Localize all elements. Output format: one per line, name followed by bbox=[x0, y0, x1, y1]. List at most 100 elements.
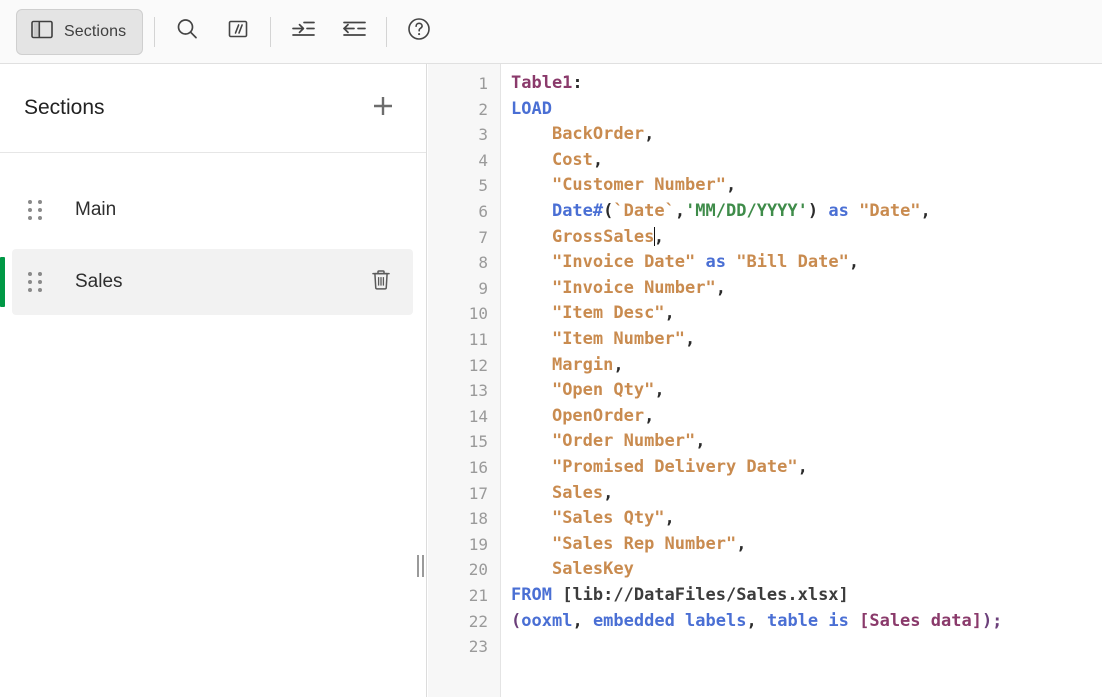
line-number: 13 bbox=[468, 381, 488, 401]
line-number: 20 bbox=[468, 560, 488, 580]
code-line[interactable]: BackOrder, bbox=[511, 122, 654, 148]
code-line[interactable]: "Open Qty", bbox=[511, 378, 665, 404]
code-line[interactable]: "Invoice Number", bbox=[511, 276, 726, 302]
code-token: "Customer Number" bbox=[551, 175, 726, 196]
line-number: 10 bbox=[468, 304, 488, 324]
code-line[interactable]: "Sales Qty", bbox=[511, 506, 675, 532]
code-token: , bbox=[797, 457, 808, 477]
script-editor[interactable]: 1 2 3 4 5 6 7 8 9 10 11 12 13 14 15 16 17 18 19 20 21 22 23 Ta… bbox=[428, 64, 1102, 697]
code-line[interactable]: "Order Number", bbox=[511, 429, 706, 455]
comment-button[interactable] bbox=[217, 11, 259, 53]
sections-header: Sections bbox=[0, 64, 426, 153]
code-token: "Item Number" bbox=[551, 329, 686, 349]
code-line[interactable]: "Item Desc", bbox=[511, 301, 675, 327]
code-token: , bbox=[654, 380, 665, 401]
sidebar-item-sales[interactable]: Sales bbox=[0, 249, 413, 315]
code-token: , bbox=[603, 482, 614, 503]
code-line[interactable]: Date#(`Date`,'MM/DD/YYYY') as "Date", bbox=[511, 199, 931, 225]
line-number: 5 bbox=[478, 176, 488, 196]
code-token: , bbox=[664, 508, 675, 529]
plus-icon bbox=[370, 93, 396, 124]
comment-icon bbox=[226, 17, 250, 46]
code-token: `Date` bbox=[613, 201, 675, 221]
code-token: "Open Qty" bbox=[551, 380, 655, 401]
sections-toggle-button[interactable]: Sections bbox=[16, 8, 144, 55]
toolbar-divider-2 bbox=[270, 16, 272, 47]
sections-toggle-label: Sections bbox=[64, 22, 127, 40]
code-line[interactable]: "Invoice Date" as "Bill Date", bbox=[511, 250, 859, 276]
indent-button[interactable] bbox=[282, 11, 324, 53]
code-line[interactable]: Margin, bbox=[511, 353, 624, 379]
code-line[interactable]: OpenOrder, bbox=[511, 404, 654, 430]
code-token: 'MM/DD/YYYY' bbox=[685, 201, 808, 221]
trash-icon bbox=[370, 268, 392, 297]
code-token: , bbox=[725, 175, 737, 196]
code-line[interactable]: "Customer Number", bbox=[511, 173, 736, 199]
sidebar-item-label: Main bbox=[75, 199, 117, 220]
help-button[interactable] bbox=[398, 11, 440, 53]
code-token: Table1 bbox=[511, 73, 573, 93]
outdent-button[interactable] bbox=[333, 11, 375, 53]
code-line[interactable]: "Sales Rep Number", bbox=[511, 532, 746, 558]
code-line[interactable]: Cost, bbox=[511, 148, 603, 174]
code-line[interactable]: LOAD bbox=[511, 97, 552, 123]
code-token: ooxml bbox=[521, 610, 573, 631]
code-token: Sales bbox=[551, 482, 604, 503]
sections-sidebar: Sections Main Sales bbox=[0, 64, 427, 697]
code-token: : bbox=[572, 73, 583, 93]
code-token: , bbox=[653, 226, 665, 247]
drag-handle-icon[interactable] bbox=[28, 200, 58, 220]
code-line[interactable]: GrossSales, bbox=[511, 225, 664, 251]
drag-handle-icon[interactable] bbox=[28, 272, 58, 292]
line-number: 11 bbox=[468, 330, 488, 349]
code-token: [Sales data] bbox=[859, 610, 982, 631]
toolbar-divider-1 bbox=[154, 16, 156, 47]
sidebar-item-main[interactable]: Main bbox=[12, 177, 413, 243]
code-line[interactable]: "Item Number", bbox=[511, 327, 695, 353]
line-number: 16 bbox=[468, 458, 488, 477]
code-token: "Sales Rep Number" bbox=[551, 533, 737, 554]
code-token: LOAD bbox=[511, 98, 552, 119]
code-token: as bbox=[828, 201, 849, 221]
line-number: 9 bbox=[478, 278, 488, 298]
code-token: GrossSales bbox=[551, 226, 655, 247]
add-section-button[interactable] bbox=[366, 91, 400, 125]
panel-resize-handle[interactable] bbox=[414, 552, 426, 580]
code-line[interactable]: (ooxml, embedded labels, table is [Sales… bbox=[511, 609, 1002, 635]
code-token: BackOrder bbox=[551, 124, 645, 145]
code-token: "Promised Delivery Date" bbox=[551, 457, 798, 477]
code-token: , bbox=[644, 124, 655, 145]
code-line[interactable]: "Promised Delivery Date", bbox=[511, 455, 808, 481]
code-line[interactable]: FROM [lib://DataFiles/Sales.xlsx] bbox=[511, 583, 849, 609]
code-token: "Item Desc" bbox=[551, 303, 665, 324]
panel-icon bbox=[31, 20, 53, 44]
line-number: 17 bbox=[468, 483, 488, 503]
code-token: table is bbox=[766, 610, 849, 631]
code-token: SalesKey bbox=[551, 559, 634, 580]
code-token: [lib://DataFiles/Sales.xlsx] bbox=[562, 585, 849, 605]
line-number: 3 bbox=[478, 125, 488, 145]
code-token: ( bbox=[511, 610, 522, 631]
code-line[interactable]: Table1: bbox=[511, 71, 583, 97]
delete-section-button[interactable] bbox=[366, 267, 396, 297]
line-number: 7 bbox=[478, 227, 488, 247]
code-content[interactable]: Table1: LOAD BackOrder, Cost, "Customer N… bbox=[501, 64, 1102, 697]
code-line[interactable]: SalesKey bbox=[511, 557, 634, 583]
toolbar-divider-3 bbox=[386, 16, 388, 47]
code-line[interactable]: Sales, bbox=[511, 481, 613, 507]
search-button[interactable] bbox=[166, 11, 208, 53]
code-token: as bbox=[705, 252, 726, 273]
code-token: , bbox=[715, 277, 726, 298]
